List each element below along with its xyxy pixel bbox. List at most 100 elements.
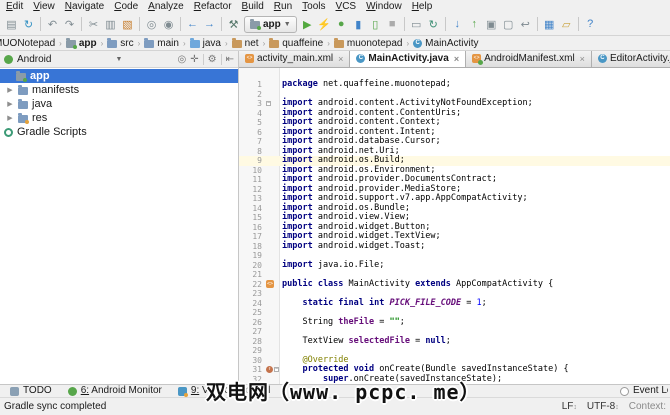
run-configuration-selector[interactable]: app▼ — [244, 16, 297, 33]
paste-icon[interactable]: ▧ — [119, 16, 136, 33]
back-icon[interactable]: ← — [184, 16, 201, 33]
help-icon[interactable]: ? — [582, 16, 599, 33]
gradle-sync-icon[interactable]: ↻ — [425, 16, 442, 33]
breadcrumb-item-mainactivity[interactable]: CMainActivity — [412, 38, 479, 49]
menu-build[interactable]: Build — [237, 1, 269, 13]
menu-help[interactable]: Help — [407, 1, 438, 13]
lock-icon[interactable]: ▣ — [483, 16, 500, 33]
code-line-32[interactable]: 32 super.onCreate(savedInstanceState); — [239, 375, 670, 385]
toolbar-separator — [537, 17, 538, 31]
cut-icon[interactable]: ✂ — [85, 16, 102, 33]
breadcrumb-item-app[interactable]: app — [65, 38, 98, 49]
locate-icon[interactable]: ◎ — [178, 54, 187, 65]
vcs-update-icon[interactable]: ↓ — [449, 16, 466, 33]
vcs-commit-icon[interactable]: ↑ — [466, 16, 483, 33]
breadcrumb-separator: › — [225, 39, 228, 48]
related-layout-icon[interactable]: <> — [266, 280, 274, 288]
redo-icon[interactable]: ↷ — [61, 16, 78, 33]
breadcrumb-item-java[interactable]: java — [189, 38, 222, 49]
project-view-selector[interactable]: Android — [17, 54, 51, 65]
tab-close-icon[interactable]: × — [580, 54, 585, 64]
code-line-28[interactable]: 28 TextView selectedFile = null; — [239, 337, 670, 347]
save-icon[interactable]: ▤ — [3, 16, 20, 33]
menu-navigate[interactable]: Navigate — [60, 1, 109, 13]
breadcrumb-label: MUONotepad — [0, 38, 55, 49]
toolwindow-button-todo[interactable]: TODO — [2, 385, 60, 398]
android-view-icon — [4, 55, 13, 64]
menu-refactor[interactable]: Refactor — [189, 1, 237, 13]
history-icon[interactable]: ▢ — [500, 16, 517, 33]
stop-icon[interactable]: ■ — [384, 16, 401, 33]
hide-panel-icon[interactable]: ⇤ — [226, 54, 234, 65]
tree-item-gradle-scripts[interactable]: Gradle Scripts — [0, 125, 238, 139]
breadcrumb-app-icon — [66, 40, 76, 48]
code-line-22[interactable]: 22<>public class MainActivity extends Ap… — [239, 280, 670, 290]
status-utf-8[interactable]: UTF-8↕ — [587, 401, 619, 412]
build-hammer-icon[interactable]: ⚒ — [225, 16, 242, 33]
menu-window[interactable]: Window — [361, 1, 407, 13]
breadcrumb-item-main[interactable]: main — [143, 38, 180, 49]
code-editor[interactable]: 1package net.quaffeine.muonotepad;2 3−im… — [239, 68, 670, 384]
tab-close-icon[interactable]: × — [454, 54, 459, 64]
tree-item-res[interactable]: ▶res — [0, 111, 238, 125]
code-line-20[interactable]: 20import java.io.File; — [239, 261, 670, 271]
menu-tools[interactable]: Tools — [297, 1, 330, 13]
tab-editoractivity-java[interactable]: CEditorActivity.java× — [592, 51, 670, 67]
menu-code[interactable]: Code — [109, 1, 143, 13]
debug-icon[interactable]: ● — [333, 16, 350, 33]
code-line-1[interactable]: 1package net.quaffeine.muonotepad; — [239, 80, 670, 90]
find-icon[interactable]: ◎ — [143, 16, 160, 33]
run-icon[interactable]: ▶ — [299, 16, 316, 33]
profiler-icon[interactable]: ▮ — [350, 16, 367, 33]
settings-gear-icon[interactable]: ⚙ — [208, 54, 217, 65]
forward-icon[interactable]: → — [201, 16, 218, 33]
tab-mainactivity-java[interactable]: CMainActivity.java× — [350, 51, 466, 67]
fold-marker-icon[interactable]: − — [266, 101, 271, 106]
avd-manager-icon[interactable]: ▭ — [408, 16, 425, 33]
toolwindow-button-9-version-control[interactable]: 9: Version Control — [170, 385, 279, 398]
tab-close-icon[interactable]: × — [338, 54, 343, 64]
tree-expand-arrow-icon[interactable]: ▶ — [6, 114, 14, 122]
breadcrumb-item-quaffeine[interactable]: quaffeine — [268, 38, 324, 49]
collapse-all-icon[interactable]: ✛ — [190, 54, 198, 65]
tab-androidmanifest-xml[interactable]: <>AndroidManifest.xml× — [466, 51, 592, 67]
tree-item-java[interactable]: ▶java — [0, 97, 238, 111]
breadcrumb-item-src[interactable]: src — [106, 38, 134, 49]
rollback-icon[interactable]: ↩ — [517, 16, 534, 33]
tree-item-manifests[interactable]: ▶manifests — [0, 83, 238, 97]
breadcrumb-item-muonotepad[interactable]: MUONotepad — [0, 38, 56, 49]
tree-expand-arrow-icon[interactable]: ▶ — [6, 100, 14, 108]
code-line-26[interactable]: 26 String theFile = ""; — [239, 318, 670, 328]
menu-run[interactable]: Run — [269, 1, 297, 13]
breadcrumb-separator: › — [407, 39, 410, 48]
menu-vcs[interactable]: VCS — [331, 1, 362, 13]
status-context[interactable]: Context: — [629, 401, 666, 412]
replace-icon[interactable]: ◉ — [160, 16, 177, 33]
status-lf[interactable]: LF↕ — [562, 401, 577, 412]
line-number: 14 — [239, 204, 266, 214]
menu-edit[interactable]: Edit — [1, 1, 28, 13]
override-method-icon[interactable]: ↑ — [266, 366, 273, 373]
breadcrumb-item-muonotepad[interactable]: muonotepad — [333, 38, 404, 49]
code-line-24[interactable]: 24 static final int PICK_FILE_CODE = 1; — [239, 299, 670, 309]
code-line-18[interactable]: 18import android.widget.Toast; — [239, 242, 670, 252]
toolwindow-button-6-android-monitor[interactable]: 6: Android Monitor — [60, 385, 170, 398]
menu-view[interactable]: View — [28, 1, 60, 13]
fold-marker-icon[interactable]: − — [274, 367, 279, 372]
copy-icon[interactable]: ▥ — [102, 16, 119, 33]
sdk-manager-icon[interactable]: ▦ — [541, 16, 558, 33]
line-number: 17 — [239, 232, 266, 242]
tab-editoractivity-java-icon: C — [598, 54, 607, 63]
tree-expand-arrow-icon[interactable]: ▶ — [6, 86, 14, 94]
device-manager-icon[interactable]: ▱ — [558, 16, 575, 33]
apply-changes-icon[interactable]: ⚡ — [316, 16, 333, 33]
attach-debugger-icon[interactable]: ▯ — [367, 16, 384, 33]
undo-icon[interactable]: ↶ — [44, 16, 61, 33]
event-log-button[interactable]: Event Log — [620, 385, 668, 397]
tab-activity-main-xml[interactable]: <>activity_main.xml× — [239, 51, 350, 67]
tree-item-app[interactable]: app — [0, 69, 238, 83]
menu-analyze[interactable]: Analyze — [143, 1, 189, 13]
breadcrumb-item-net[interactable]: net — [231, 38, 260, 49]
line-number: 15 — [239, 213, 266, 223]
sync-files-icon[interactable]: ↻ — [20, 16, 37, 33]
